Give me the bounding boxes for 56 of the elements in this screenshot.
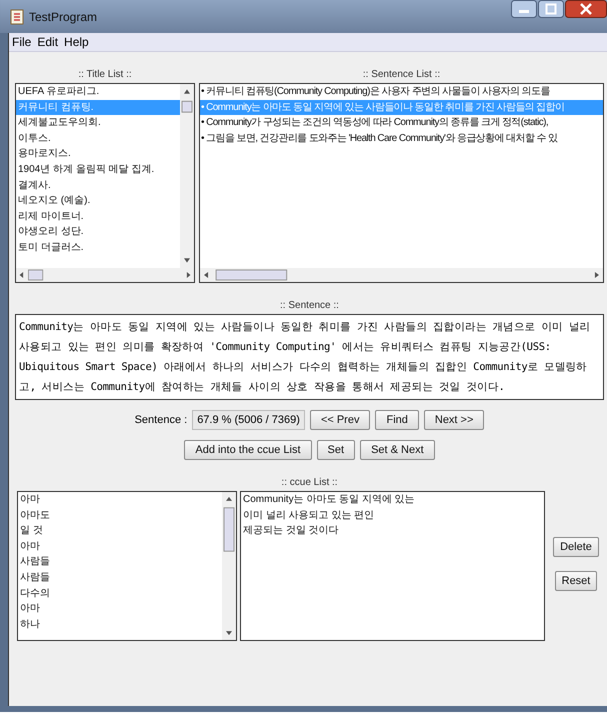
phrase-list[interactable]: Community는 아마도 동일 지역에 있는 이미 널리 사용되고 있는 편인 제공되는 것일 것이다 [240, 491, 545, 641]
maximize-icon[interactable] [538, 0, 564, 18]
section-heading: :: Title List :: [78, 68, 132, 82]
scrollbar[interactable] [222, 492, 236, 640]
list-item[interactable]: • 그림을 보면, 건강관리를 도와주는 'Health Care Community'와 응급상황에 대처할 수 있 [200, 130, 603, 146]
nav-button[interactable]: Next >> [424, 410, 484, 430]
list-item[interactable]: 결계사. [16, 178, 180, 194]
list-item[interactable]: 아마도 [18, 508, 222, 524]
scrollbar[interactable] [16, 268, 194, 282]
nav-button[interactable]: << Prev [310, 410, 370, 430]
minimize-icon[interactable] [511, 0, 537, 18]
list-item[interactable]: 리제 마이트너. [16, 208, 180, 224]
list-item[interactable]: 아마 [18, 538, 222, 554]
close-icon[interactable] [565, 0, 607, 18]
list-item[interactable]: Community는 아마도 동일 지역에 있는 [241, 492, 544, 508]
nav-button[interactable]: Find [375, 410, 419, 430]
scrollbar[interactable] [200, 268, 603, 282]
scrollbar[interactable] [180, 84, 194, 268]
list-item[interactable]: UEFA 유로파리그. [16, 84, 180, 100]
menu-item[interactable]: Edit [37, 35, 58, 49]
progress-label: Sentence : [134, 414, 188, 426]
list-item[interactable]: 세계불교도우의회. [16, 115, 180, 131]
list-item[interactable]: 용마로지스. [16, 146, 180, 162]
list-item[interactable]: 제공되는 것일 것이다 [241, 523, 544, 539]
action-button[interactable]: Set & Next [360, 440, 435, 460]
section-heading: :: ccue List :: [281, 476, 338, 490]
section-heading: :: Sentence List :: [362, 68, 440, 82]
list-item[interactable]: 아마 [18, 601, 222, 617]
title-list[interactable]: UEFA 유로파리그. 커뮤니티 컴퓨팅. 세계불교도우의회. 이투스. 용마로지스. 1904년 하계 올림픽 메달 집계. 결계사. 네오지오 (예술). 리제 마이트너. 야생오리 성단. 토미 더글러스. [15, 83, 195, 283]
list-item[interactable]: 야생오리 성단. [16, 224, 180, 240]
section-heading: :: Sentence :: [280, 299, 339, 313]
list-item[interactable]: • 커뮤니티 컴퓨팅(Community Computing)은 사용자 주변의 사물들이 사용자의 의도를 [200, 84, 603, 100]
list-item[interactable]: 토미 더글러스. [16, 240, 180, 256]
list-item[interactable]: 이투스. [16, 130, 180, 146]
list-item[interactable]: 다수의 [18, 586, 222, 602]
list-item[interactable]: 하나 [18, 616, 222, 632]
list-item[interactable]: 일 것 [18, 523, 222, 539]
list-item[interactable]: 아마 [18, 492, 222, 508]
word-list[interactable]: 아마 아마도 일 것 아마 사람들 사람들 다수의 아마 하나 [17, 491, 237, 641]
list-button[interactable]: Delete [553, 537, 599, 557]
progress-field: 67.9 % (5006 / 7369) [192, 410, 305, 430]
list-item[interactable]: • Community가 구성되는 조건의 역동성에 따라 Community의 종류를 크게 정적(static), [200, 115, 603, 131]
list-item[interactable]: 사람들 [18, 570, 222, 586]
sentence-text: Community는 아마도 동일 지역에 있는 사람들이나 동일한 취미를 가진 사람들의 집합이라는 개념으로 이미 널리 사용되고 있는 편인 의미를 확장하여 'Community Computing' 에서는 유비쿼터스 컴퓨팅 지능공간(USS: Ubiquitous Smart Space) 아래에서 하나의 서비스가 다수의 협력하는 개체들의 집합인 Community로 모델링하고, 서비스는 Community에 참여하는 개체들 사이의 상호 작용을 통해서 제공되는 것일 것이다. [15, 314, 604, 400]
action-button[interactable]: Set [316, 440, 356, 460]
list-button[interactable]: Reset [554, 571, 598, 591]
sentence-list[interactable] [199, 83, 604, 283]
list-item[interactable]: 사람들 [18, 554, 222, 570]
window-title: TestProgram [29, 10, 98, 24]
list-item[interactable]: 1904년 하계 올림픽 메달 집계. [16, 162, 180, 178]
list-item[interactable]: 네오지오 (예술). [16, 193, 180, 209]
list-item[interactable]: 이미 널리 사용되고 있는 편인 [241, 508, 544, 524]
app-icon [10, 8, 24, 24]
menu-item[interactable]: File [12, 35, 32, 49]
menu-item[interactable]: Help [64, 35, 89, 49]
action-button[interactable]: Add into the ccue List [184, 440, 312, 460]
